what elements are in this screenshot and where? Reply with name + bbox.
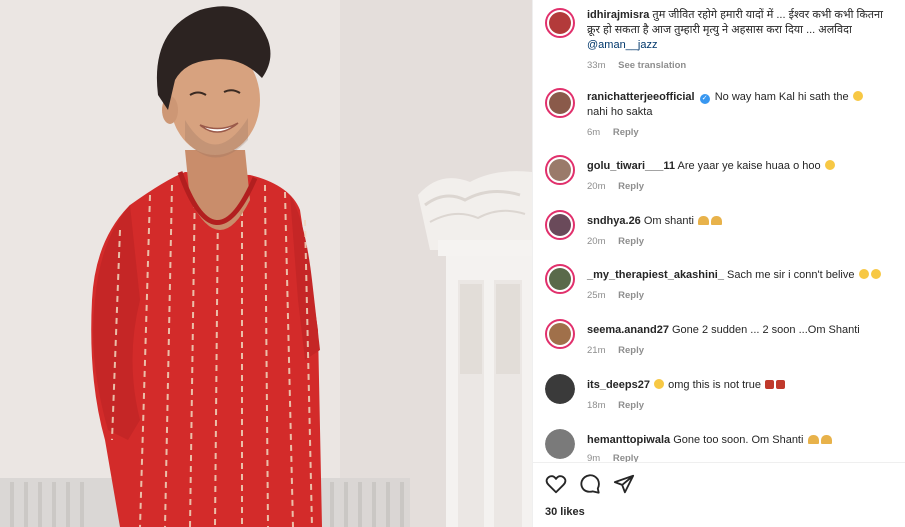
comment-text-block: ranichatterjeeofficial ✓ No way ham Kal … <box>587 90 887 120</box>
avatar[interactable] <box>545 374 575 404</box>
instagram-post: idhirajmisra तुम जीवित रहोगे हमारी यादों… <box>0 0 905 527</box>
comment-text: omg this is not true <box>668 379 762 391</box>
comment-text-block: hemanttopiwala Gone too soon. Om Shanti <box>587 433 887 448</box>
comment-text: Are yaar ye kaise huaa o hoo <box>677 160 821 172</box>
reply-button[interactable]: Reply <box>618 400 644 411</box>
comment-text-block: its_deeps27 omg this is not true <box>587 378 887 393</box>
comment-meta: 6m Reply <box>587 127 649 138</box>
post-photo-illustration <box>0 0 532 527</box>
comment-text: Om shanti <box>643 215 695 227</box>
comment-meta: 9m Reply <box>587 453 649 462</box>
comment-text-block: sndhya.26 Om shanti <box>587 214 887 229</box>
comment-meta: 21m Reply <box>587 345 654 356</box>
comment-time: 9m <box>587 453 601 462</box>
comment-username[interactable]: _my_therapiest_akashini_ <box>587 269 724 281</box>
comment-text-block: seema.anand27 Gone 2 sudden ... 2 soon .… <box>587 323 887 338</box>
comment-meta: 18m Reply <box>587 400 654 411</box>
comment-mention[interactable]: @aman__jazz <box>587 39 657 51</box>
comment-time: 20m <box>587 236 606 247</box>
shocked-face-emoji-icon <box>654 379 665 389</box>
comment-time: 25m <box>587 290 606 301</box>
comment-meta: 25m Reply <box>587 290 654 301</box>
comments-panel: idhirajmisra तुम जीवित रहोगे हमारी यादों… <box>532 0 905 527</box>
reply-button[interactable]: Reply <box>618 181 644 192</box>
comment-text: Gone 2 sudden ... 2 soon ...Om Shanti <box>672 324 860 336</box>
reply-button[interactable]: Reply <box>618 236 644 247</box>
sad-face-emoji-icon <box>858 269 869 279</box>
avatar[interactable] <box>545 319 575 349</box>
reply-button[interactable]: Reply <box>613 127 639 138</box>
sad-face-emoji-icon <box>852 91 863 101</box>
praying-hands-emoji-icon <box>698 216 710 225</box>
comment-username[interactable]: its_deeps27 <box>587 379 650 391</box>
heart-icon[interactable] <box>545 473 567 495</box>
comment-icon[interactable] <box>579 473 601 495</box>
share-icon[interactable] <box>613 473 635 495</box>
comment-text-block: _my_therapiest_akashini_ Sach me sir i c… <box>587 268 887 283</box>
cross-mark-emoji-icon <box>776 380 786 389</box>
comment-username[interactable]: sndhya.26 <box>587 215 641 227</box>
comment-time: 33m <box>587 60 606 71</box>
comment-time: 18m <box>587 400 606 411</box>
comment-time: 21m <box>587 345 606 356</box>
comment-username[interactable]: golu_tiwari___11 <box>587 160 675 172</box>
comment-text-block: idhirajmisra तुम जीवित रहोगे हमारी यादों… <box>587 8 887 53</box>
praying-hands-emoji-icon <box>820 435 832 444</box>
avatar[interactable] <box>545 88 575 118</box>
reply-button[interactable]: Reply <box>618 345 644 356</box>
comment-meta: 20m Reply <box>587 236 654 247</box>
comment-text: No way ham Kal hi sath the <box>714 91 849 103</box>
comment-meta: 20m Reply <box>587 181 654 192</box>
reply-button[interactable]: Reply <box>618 290 644 301</box>
avatar[interactable] <box>545 155 575 185</box>
reply-button[interactable]: Reply <box>613 453 639 462</box>
post-photo[interactable] <box>0 0 532 527</box>
verified-badge-icon: ✓ <box>699 94 710 104</box>
comment-username[interactable]: idhirajmisra <box>587 9 649 21</box>
comment-text: Gone too soon. Om Shanti <box>673 434 804 446</box>
post-action-bar: 30 likes <box>533 462 905 527</box>
see-translation-link[interactable]: See translation <box>618 60 686 71</box>
avatar[interactable] <box>545 8 575 38</box>
comment-username[interactable]: seema.anand27 <box>587 324 669 336</box>
cross-mark-emoji-icon <box>765 380 775 389</box>
crying-face-emoji-icon <box>824 160 835 170</box>
avatar[interactable] <box>545 264 575 294</box>
avatar[interactable] <box>545 429 575 459</box>
comment-time: 6m <box>587 127 601 138</box>
comment-text: Sach me sir i conn't belive <box>727 269 855 281</box>
comment-username[interactable]: hemanttopiwala <box>587 434 670 446</box>
comment-time: 20m <box>587 181 606 192</box>
avatar[interactable] <box>545 210 575 240</box>
comment-username[interactable]: ranichatterjeeofficial <box>587 91 695 103</box>
sad-face-emoji-icon <box>870 269 881 279</box>
comment-text-continued: nahi ho sakta <box>587 106 653 118</box>
comment-text-block: golu_tiwari___11 Are yaar ye kaise huaa … <box>587 159 887 174</box>
praying-hands-emoji-icon <box>711 216 723 225</box>
comments-list[interactable]: idhirajmisra तुम जीवित रहोगे हमारी यादों… <box>533 0 905 462</box>
likes-count[interactable]: 30 likes <box>545 506 585 518</box>
comment-meta: 33m See translation <box>587 60 696 71</box>
praying-hands-emoji-icon <box>807 435 819 444</box>
